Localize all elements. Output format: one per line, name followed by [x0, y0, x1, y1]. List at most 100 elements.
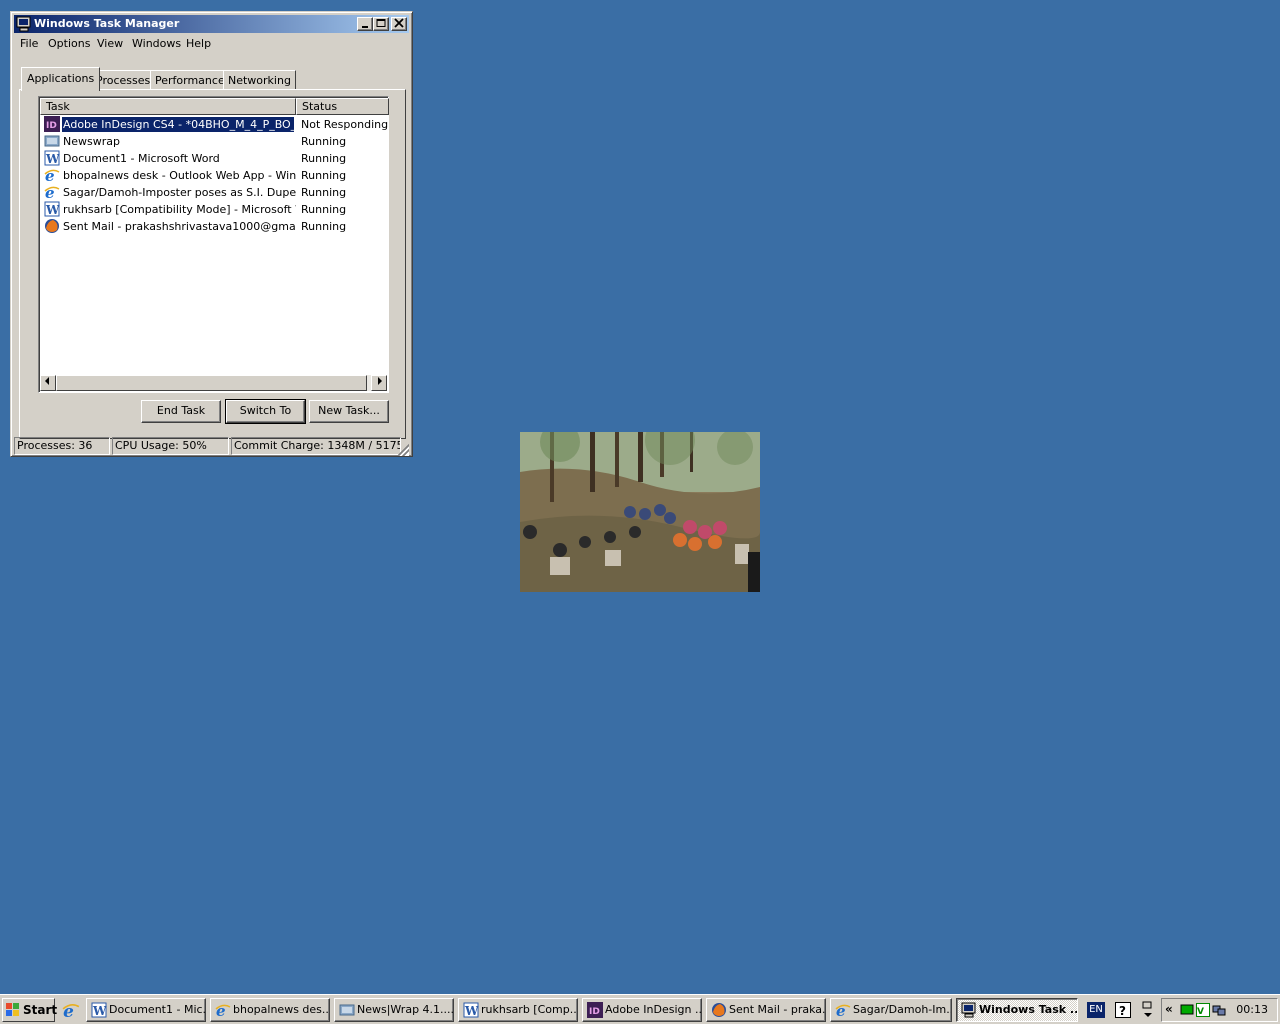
svg-text:W: W — [92, 1004, 107, 1018]
minimize-icon — [362, 26, 368, 28]
task-name: bhopalnews desk - Outlook Web App - Wind… — [63, 169, 296, 182]
task-name: rukhsarb [Compatibility Mode] - Microsof… — [63, 203, 296, 216]
indesign-icon: ID — [44, 116, 60, 132]
scroll-thumb[interactable] — [56, 375, 367, 391]
taskbar-button-label: Document1 - Mic... — [109, 1003, 206, 1016]
task-row[interactable]: Sent Mail - prakashshrivastava1000@gmail… — [41, 218, 388, 235]
indesign-icon: ID — [587, 1002, 603, 1018]
arrow-left-icon — [45, 377, 49, 385]
task-manager-icon — [16, 16, 31, 32]
close-icon — [394, 18, 404, 28]
menu-windows[interactable]: Windows — [132, 37, 181, 50]
svg-text:?: ? — [1119, 1004, 1126, 1018]
maximize-icon — [376, 19, 386, 27]
taskbar-button-sagar-damoh[interactable]: e Sagar/Damoh-Im... — [830, 998, 952, 1022]
minimize-button[interactable] — [357, 17, 373, 31]
taskbar-button-indesign[interactable]: ID Adobe InDesign ... — [582, 998, 702, 1022]
task-row[interactable]: ID Adobe InDesign CS4 - *04BHO_M_4_P_BO_… — [41, 116, 388, 133]
scroll-right-button[interactable] — [371, 375, 387, 391]
taskbar-button-sent-mail[interactable]: Sent Mail - praka... — [706, 998, 826, 1022]
task-status: Running — [301, 152, 347, 165]
close-button[interactable] — [391, 17, 407, 31]
taskbar-button-label: Sent Mail - praka... — [729, 1003, 826, 1016]
windows-logo-icon — [6, 1003, 19, 1016]
task-row[interactable]: Newswrap Running — [41, 133, 388, 150]
horizontal-scrollbar[interactable] — [40, 375, 387, 391]
task-name: Document1 - Microsoft Word — [63, 152, 220, 165]
antivirus-icon[interactable]: V — [1196, 1003, 1210, 1017]
menu-help[interactable]: Help — [186, 37, 211, 50]
svg-text:e: e — [45, 167, 55, 183]
help-icon[interactable]: ? — [1115, 1002, 1131, 1018]
taskbar-button-rukhsarb[interactable]: W rukhsarb [Comp... — [458, 998, 578, 1022]
title-bar[interactable]: Windows Task Manager — [14, 15, 409, 33]
ie-icon: e — [44, 184, 60, 200]
menu-options[interactable]: Options — [48, 37, 90, 50]
new-task-button[interactable]: New Task... — [309, 400, 389, 423]
status-processes: Processes: 36 — [14, 437, 110, 455]
task-row[interactable]: e bhopalnews desk - Outlook Web App - Wi… — [41, 167, 388, 184]
svg-text:W: W — [464, 1004, 479, 1018]
task-row[interactable]: W rukhsarb [Compatibility Mode] - Micros… — [41, 201, 388, 218]
maximize-button[interactable] — [373, 17, 389, 31]
status-cpu-usage: CPU Usage: 50% — [112, 437, 229, 455]
svg-text:V: V — [1197, 1007, 1204, 1017]
task-row[interactable]: e Sagar/Damoh-Imposter poses as S.I. Dup… — [41, 184, 388, 201]
taskbar-button-label: News|Wrap 4.1.... — [357, 1003, 454, 1016]
task-name: Adobe InDesign CS4 - *04BHO_M_4_P_BO_M..… — [61, 116, 295, 133]
firefox-icon — [45, 219, 59, 233]
start-label: Start — [23, 1003, 58, 1017]
word-icon: W — [91, 1002, 107, 1018]
task-name: Sagar/Damoh-Imposter poses as S.I. Dupes… — [63, 186, 296, 199]
word-icon: W — [44, 150, 60, 166]
chevron-left-icon[interactable]: « — [1165, 1002, 1173, 1016]
start-button[interactable]: Start — [2, 998, 58, 1022]
menu-file[interactable]: File — [20, 37, 38, 50]
language-indicator[interactable]: EN — [1087, 1002, 1105, 1018]
switch-to-button[interactable]: Switch To — [225, 399, 306, 424]
column-header-status[interactable]: Status — [296, 98, 389, 115]
task-name: Sent Mail - prakashshrivastava1000@gmail… — [63, 220, 296, 233]
end-task-button[interactable]: End Task — [141, 400, 221, 423]
clock[interactable]: 00:13 — [1236, 1003, 1268, 1016]
ie-icon: e — [835, 1002, 851, 1018]
taskbar-button-word-document1[interactable]: W Document1 - Mic... — [86, 998, 206, 1022]
scroll-left-button[interactable] — [40, 375, 56, 391]
word-icon: W — [463, 1002, 479, 1018]
ie-icon: e — [215, 1002, 231, 1018]
monitor-icon[interactable] — [1180, 1003, 1194, 1017]
taskbar: Start e W Document1 - Mic... e bhopalnew… — [0, 994, 1280, 1024]
task-name: Newswrap — [63, 135, 120, 148]
taskbar-button-newswrap[interactable]: News|Wrap 4.1.... — [334, 998, 454, 1022]
task-status: Running — [301, 220, 347, 233]
quick-launch-ie-icon[interactable]: e — [62, 1001, 80, 1019]
menu-view[interactable]: View — [97, 37, 123, 50]
tab-networking[interactable]: Networking — [223, 70, 296, 90]
resize-grip[interactable] — [397, 444, 409, 456]
task-status: Not Responding — [301, 118, 389, 131]
column-header-task[interactable]: Task — [40, 98, 296, 115]
svg-text:W: W — [45, 152, 60, 166]
task-row[interactable]: W Document1 - Microsoft Word Running — [41, 150, 388, 167]
ie-icon: e — [44, 167, 60, 183]
desktop-photo — [520, 432, 760, 592]
taskbar-button-label: rukhsarb [Comp... — [481, 1003, 578, 1016]
task-manager-icon — [961, 1002, 976, 1018]
network-icon[interactable] — [1212, 1003, 1226, 1017]
firefox-icon — [712, 1003, 726, 1017]
task-status: Running — [301, 135, 347, 148]
taskbar-button-task-manager[interactable]: Windows Task ... — [956, 998, 1078, 1022]
svg-text:ID: ID — [589, 1007, 600, 1017]
svg-text:e: e — [45, 184, 55, 200]
svg-text:e: e — [63, 1001, 74, 1019]
tab-performance[interactable]: Performance — [150, 70, 230, 90]
tab-applications[interactable]: Applications — [21, 67, 101, 91]
language-bar-options-icon[interactable] — [1141, 1001, 1155, 1019]
svg-text:e: e — [216, 1002, 226, 1018]
tab-processes[interactable]: Processes — [91, 70, 156, 90]
taskbar-button-bhopalnews[interactable]: e bhopalnews des... — [210, 998, 330, 1022]
taskbar-button-label: bhopalnews des... — [233, 1003, 330, 1016]
taskbar-button-label: Adobe InDesign ... — [605, 1003, 702, 1016]
arrow-right-icon — [378, 377, 382, 385]
task-list[interactable]: Task Status ID Adobe InDesign CS4 - *04B… — [38, 96, 389, 393]
